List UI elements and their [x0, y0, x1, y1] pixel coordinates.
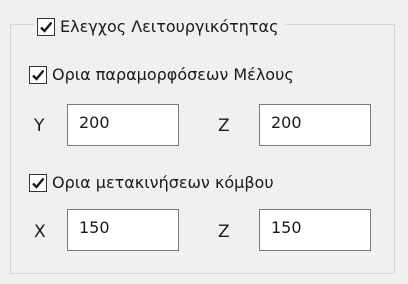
member-y-limit-value: 200 [79, 113, 110, 132]
member-y-axis-label: Y [34, 116, 45, 136]
node-z-axis-label: Z [218, 222, 230, 242]
checkmark-icon [40, 21, 53, 33]
node-x-axis-label: X [34, 222, 46, 242]
member-limits-toggle[interactable]: Ορια παραμορφόσεων Μέλους [29, 65, 300, 85]
member-y-limit-input[interactable]: 200 [67, 104, 179, 146]
member-limits-checkbox[interactable] [29, 66, 47, 84]
functionality-check-panel: Ελεγχος Λειτουργικότητας Ορια παραμορφόσ… [0, 0, 408, 284]
node-z-limit-input[interactable]: 150 [259, 209, 371, 251]
member-z-limit-value: 200 [271, 113, 302, 132]
checkmark-icon [32, 69, 45, 81]
node-z-limit-value: 150 [271, 218, 302, 237]
node-x-limit-value: 150 [79, 218, 110, 237]
node-limits-label: Ορια μετακινήσεων κόμβου [52, 173, 274, 192]
checkmark-icon [32, 177, 45, 189]
functionality-check-toggle[interactable]: Ελεγχος Λειτουργικότητας [34, 17, 285, 37]
functionality-check-label: Ελεγχος Λειτουργικότητας [60, 17, 279, 36]
member-z-limit-input[interactable]: 200 [259, 104, 371, 146]
functionality-checkbox[interactable] [37, 18, 55, 36]
member-z-axis-label: Z [218, 116, 230, 136]
node-limits-checkbox[interactable] [29, 174, 47, 192]
member-limits-label: Ορια παραμορφόσεων Μέλους [52, 65, 294, 84]
node-limits-toggle[interactable]: Ορια μετακινήσεων κόμβου [29, 173, 280, 193]
node-x-limit-input[interactable]: 150 [67, 209, 179, 251]
